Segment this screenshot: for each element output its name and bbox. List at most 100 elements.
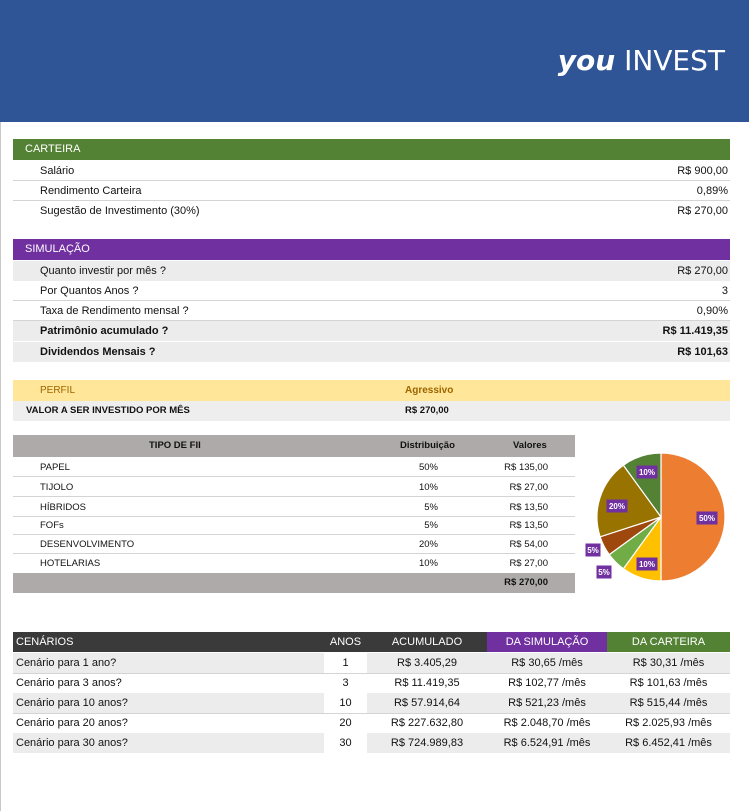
cenario-name: Cenário para 1 ano?: [13, 653, 324, 673]
row-value[interactable]: 0,89%: [697, 181, 728, 201]
fii-pct[interactable]: 10%: [419, 478, 438, 497]
simulacao-row-taxa: Taxa de Rendimento mensal ? 0,90%: [13, 301, 730, 321]
row-label: Sugestão de Investimento (30%): [40, 205, 200, 217]
valor-investido-row: VALOR A SER INVESTIDO POR MÊS R$ 270,00: [13, 401, 730, 421]
cenario-row: Cenário para 10 anos? 10 R$ 57.914,64 R$…: [13, 693, 730, 714]
fii-name: HOTELARIAS: [40, 558, 101, 569]
pie-svg: 50% 10% 5% 5% 20% 10%: [585, 452, 726, 582]
row-label: Patrimônio acumulado ?: [40, 325, 169, 337]
fii-pct[interactable]: 20%: [419, 535, 438, 554]
svg-text:5%: 5%: [587, 546, 599, 555]
brand-invest: INVEST: [624, 44, 725, 77]
brand-you: you: [557, 44, 616, 77]
cenario-anos: 1: [324, 653, 367, 673]
cenario-row: Cenário para 20 anos? 20 R$ 227.632,80 R…: [13, 713, 730, 734]
cenario-anos: 3: [342, 677, 349, 689]
fii-value: R$ 13,50: [509, 520, 548, 531]
fii-row-fofs: FOFs 5% R$ 13,50: [13, 516, 575, 535]
cenario-carteira: R$ 6.452,41 /mês: [607, 733, 730, 753]
fii-name: DESENVOLVIMENTO: [40, 539, 135, 550]
svg-text:5%: 5%: [598, 568, 610, 577]
cenario-acumulado: R$ 724.989,83: [367, 733, 487, 753]
cenario-carteira: R$ 101,63 /mês: [629, 677, 708, 689]
fii-value: R$ 27,00: [509, 558, 548, 569]
fii-pct[interactable]: 50%: [419, 458, 438, 477]
fii-value: R$ 135,00: [504, 462, 548, 473]
row-label: Dividendos Mensais ?: [40, 346, 156, 358]
cenarios-col-simulacao: DA SIMULAÇÃO: [487, 632, 607, 652]
pie-data-label: 5%: [585, 543, 601, 557]
cenario-anos: 20: [339, 717, 352, 729]
cenario-simulacao: R$ 2.048,70 /mês: [503, 717, 591, 729]
cenario-simulacao: R$ 102,77 /mês: [508, 677, 586, 689]
carteira-row-salario: Salário R$ 900,00: [13, 161, 730, 181]
cenario-simulacao: R$ 521,23 /mês: [487, 693, 607, 713]
cenario-acumulado: R$ 57.914,64: [367, 693, 487, 713]
fii-row-hotelarias: HOTELARIAS 10% R$ 27,00: [13, 554, 575, 573]
row-value[interactable]: R$ 900,00: [677, 161, 728, 181]
cenario-name: Cenário para 20 anos?: [16, 717, 128, 729]
fii-table-header: TIPO DE FII Distribuição Valores: [13, 435, 575, 457]
cenario-anos: 10: [324, 693, 367, 713]
fii-row-tijolo: TIJOLO 10% R$ 27,00: [13, 478, 575, 497]
row-value: R$ 11.419,35: [662, 325, 728, 337]
app-header: you INVEST: [0, 0, 749, 122]
cenarios-col-acumulado: ACUMULADO: [367, 632, 487, 652]
carteira-section-title: CARTEIRA: [13, 139, 730, 160]
row-value: R$ 101,63: [677, 346, 728, 358]
valor-investido-label: VALOR A SER INVESTIDO POR MÊS: [26, 405, 190, 416]
cenario-carteira: R$ 2.025,93 /mês: [625, 717, 712, 729]
cenario-acumulado: R$ 11.419,35: [394, 677, 460, 689]
cenario-anos: 30: [324, 733, 367, 753]
fii-name: TIJOLO: [40, 482, 74, 493]
fii-pct[interactable]: 5%: [424, 516, 438, 535]
fii-row-hibridos: HÍBRIDOS 5% R$ 13,50: [13, 498, 575, 517]
cenario-row: Cenário para 30 anos? 30 R$ 724.989,83 R…: [13, 733, 730, 753]
cenario-carteira: R$ 30,31 /mês: [607, 653, 730, 673]
cenario-row: Cenário para 3 anos? 3 R$ 11.419,35 R$ 1…: [13, 673, 730, 694]
cenario-carteira: R$ 515,44 /mês: [607, 693, 730, 713]
pie-data-label: 10%: [636, 557, 658, 571]
simulacao-section-title: SIMULAÇÃO: [13, 239, 730, 260]
cenarios-col-anos: ANOS: [324, 632, 367, 652]
perfil-select[interactable]: Agressivo: [405, 380, 453, 401]
carteira-row-rendimento: Rendimento Carteira 0,89%: [13, 181, 730, 201]
pie-data-label: 5%: [596, 565, 612, 579]
simulacao-row-investir: Quanto investir por mês ? R$ 270,00: [13, 261, 730, 281]
row-label: Por Quantos Anos ?: [40, 285, 139, 297]
fii-pct[interactable]: 10%: [419, 554, 438, 573]
row-label: Rendimento Carteira: [40, 185, 142, 197]
svg-text:50%: 50%: [699, 514, 715, 523]
fii-total-value: R$ 270,00: [504, 577, 548, 588]
fii-total-row: R$ 270,00: [13, 573, 575, 593]
pie-data-label: 50%: [696, 511, 718, 525]
perfil-row: PERFIL Agressivo: [13, 380, 730, 401]
fii-pct[interactable]: 5%: [424, 498, 438, 517]
simulacao-row-anos: Por Quantos Anos ? 3: [13, 281, 730, 301]
fii-value: R$ 27,00: [509, 482, 548, 493]
svg-text:10%: 10%: [639, 468, 655, 477]
pie-data-label: 20%: [606, 499, 628, 513]
row-label: Quanto investir por mês ?: [40, 265, 166, 277]
simulacao-row-dividendos: Dividendos Mensais ? R$ 101,63: [13, 342, 730, 362]
fii-name: FOFs: [40, 520, 64, 531]
carteira-row-sugestao: Sugestão de Investimento (30%) R$ 270,00: [13, 201, 730, 221]
fii-value: R$ 54,00: [509, 539, 548, 550]
cenario-name: Cenário para 3 anos?: [16, 677, 122, 689]
cenario-simulacao: R$ 30,65 /mês: [487, 653, 607, 673]
pie-data-label: 10%: [636, 465, 658, 479]
fii-col-distribuicao: Distribuição: [400, 440, 455, 451]
cenario-acumulado: R$ 227.632,80: [390, 717, 464, 729]
simulacao-row-patrimonio: Patrimônio acumulado ? R$ 11.419,35: [13, 321, 730, 341]
fii-name: HÍBRIDOS: [40, 502, 86, 513]
brand-logo: you INVEST: [558, 44, 725, 77]
cenario-simulacao: R$ 6.524,91 /mês: [487, 733, 607, 753]
row-label: Taxa de Rendimento mensal ?: [40, 305, 189, 317]
row-value[interactable]: 0,90%: [697, 301, 728, 321]
fii-pie-chart: 50% 10% 5% 5% 20% 10%: [585, 440, 735, 590]
cenario-acumulado: R$ 3.405,29: [367, 653, 487, 673]
cenarios-col-carteira: DA CARTEIRA: [607, 632, 730, 652]
row-value[interactable]: R$ 270,00: [677, 261, 728, 281]
row-value[interactable]: 3: [722, 281, 728, 301]
row-value: R$ 270,00: [677, 205, 728, 217]
